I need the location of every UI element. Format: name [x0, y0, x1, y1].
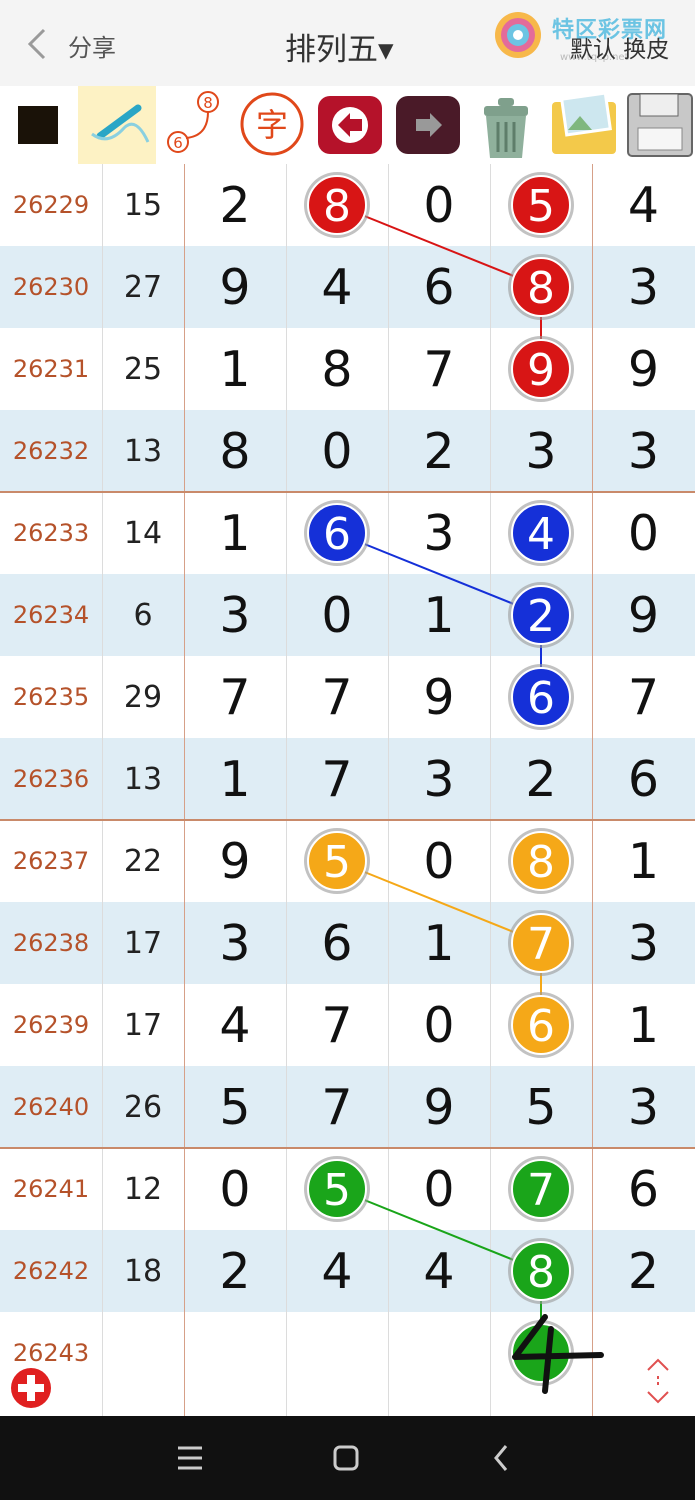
redo-button[interactable]: [390, 86, 468, 164]
highlight-ball: 6: [304, 500, 370, 566]
pen-icon: [91, 104, 150, 143]
trend-marks-overlay: 8 5 8 9 6 4 2 6 5 8 7 6 5 7 8: [304, 172, 604, 1394]
floppy-disk-icon: [627, 93, 693, 157]
highlight-ball: 2: [508, 582, 574, 648]
ball-digit: 5: [527, 181, 555, 232]
ball-digit: 5: [323, 837, 351, 888]
ball-digit: 2: [527, 591, 555, 642]
highlight-ball: 5: [508, 172, 574, 238]
redo-arrow-icon: [396, 96, 460, 154]
add-icon[interactable]: [10, 1367, 52, 1409]
skin-button[interactable]: 默认 换皮: [570, 30, 669, 64]
image-icon: [552, 91, 616, 154]
svg-text:6: 6: [173, 134, 183, 152]
share-button[interactable]: 分享: [68, 28, 116, 63]
save-button[interactable]: [624, 86, 695, 164]
top-bar: 分享 排列五▾ 特区彩票网 www.tqcp.net 默认 换皮: [0, 0, 695, 86]
image-button[interactable]: [546, 86, 624, 164]
undo-button[interactable]: [312, 86, 390, 164]
system-navigation-bar: [0, 1416, 695, 1500]
highlight-ball: 8: [508, 254, 574, 320]
color-square-tool[interactable]: [0, 86, 78, 164]
scroll-updown-icon[interactable]: [640, 1356, 676, 1406]
pen-tool[interactable]: [78, 86, 156, 164]
highlight-ball: 5: [304, 1156, 370, 1222]
trash-icon: [484, 98, 528, 158]
ball-digit: 8: [527, 1247, 555, 1298]
ball-digit: 6: [527, 1001, 555, 1052]
char-icon: 字: [240, 92, 304, 156]
number-link-tool[interactable]: 8 6: [156, 86, 234, 164]
text-tool[interactable]: 字: [234, 86, 312, 164]
ball-digit: 8: [323, 181, 351, 232]
highlight-ball: 9: [508, 336, 574, 402]
svg-text:8: 8: [203, 94, 213, 112]
undo-arrow-icon: [318, 96, 382, 154]
highlight-ball: 6: [508, 992, 574, 1058]
ball-digit: 7: [527, 919, 555, 970]
drawing-toolbar: 8 6 字: [0, 86, 695, 164]
highlight-ball: 8: [508, 1238, 574, 1304]
number-link-icon: 8 6: [167, 91, 219, 153]
ball-digit: 6: [323, 509, 351, 560]
clear-button[interactable]: [468, 86, 546, 164]
home-icon[interactable]: [326, 1438, 366, 1478]
ball-digit: 6: [527, 673, 555, 724]
highlight-ball: 7: [508, 1156, 574, 1222]
highlight-ball: 8: [304, 172, 370, 238]
ball-digit: 8: [527, 263, 555, 314]
square-icon: [18, 106, 58, 144]
site-logo-icon: [495, 12, 541, 58]
ball-digit: 5: [323, 1165, 351, 1216]
highlight-ball: 5: [304, 828, 370, 894]
lottery-type-selector[interactable]: 排列五▾: [285, 24, 394, 69]
highlight-ball: 7: [508, 910, 574, 976]
ball-digit: 7: [527, 1165, 555, 1216]
menu-icon[interactable]: [170, 1438, 210, 1478]
ball-digit: 9: [527, 345, 555, 396]
trend-chart-table[interactable]: 2622915280542623027946832623125187992623…: [0, 164, 695, 1416]
svg-text:字: 字: [256, 106, 288, 144]
highlight-ball: 8: [508, 828, 574, 894]
highlight-ball: 6: [508, 664, 574, 730]
ball-digit: 4: [527, 509, 555, 560]
back-icon[interactable]: [22, 26, 58, 62]
ball-digit: 8: [527, 837, 555, 888]
highlight-ball: 4: [508, 500, 574, 566]
back-nav-icon[interactable]: [482, 1438, 522, 1478]
